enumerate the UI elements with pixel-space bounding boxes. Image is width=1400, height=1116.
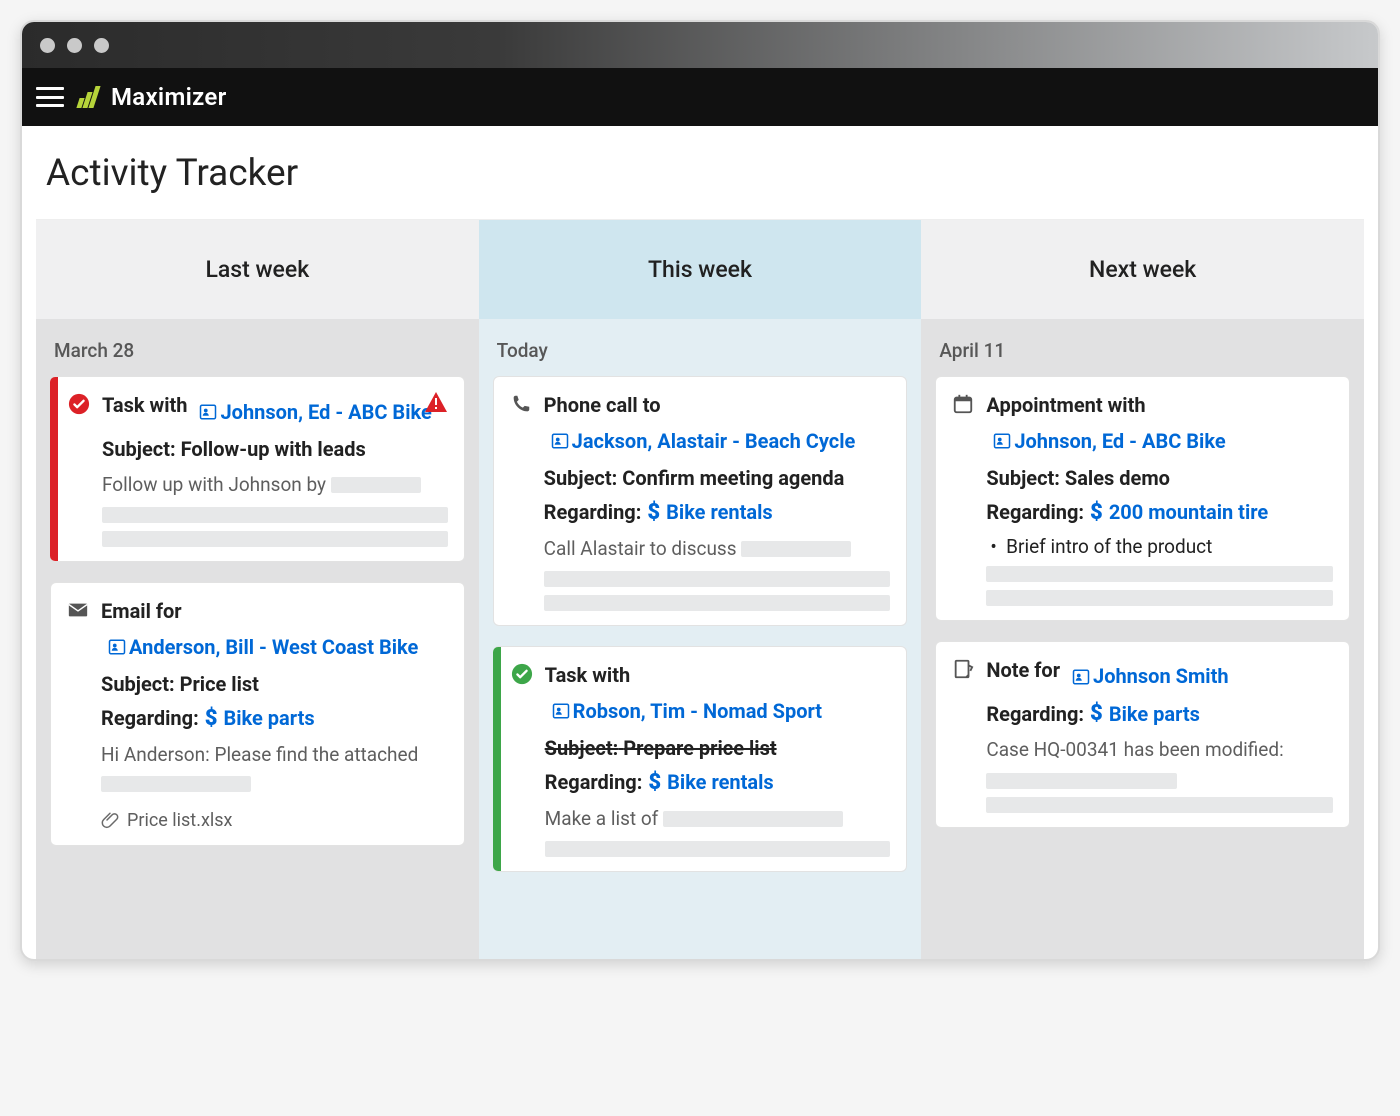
note-preview: Case HQ-00341 has been modified: xyxy=(986,736,1333,765)
dollar-icon: $ xyxy=(647,500,660,525)
close-dot[interactable] xyxy=(40,38,55,53)
col-header-last-week[interactable]: Last week xyxy=(36,219,479,319)
contact-name: Anderson, Bill - West Coast Bike xyxy=(129,633,418,662)
contact-name: Robson, Tim - Nomad Sport xyxy=(573,697,822,726)
alert-icon xyxy=(424,391,448,418)
regarding-label: Regarding: xyxy=(101,706,199,730)
activity-type: Phone call to xyxy=(544,393,661,417)
dollar-icon: $ xyxy=(1090,701,1103,726)
attachment-row[interactable]: Price list.xlsx xyxy=(101,810,448,831)
col-header-this-week[interactable]: This week xyxy=(479,219,922,319)
minimize-dot[interactable] xyxy=(67,38,82,53)
regarding-link[interactable]: Bike parts xyxy=(223,706,314,730)
brand-name: Maximizer xyxy=(111,83,227,111)
subject-text: Follow-up with leads xyxy=(181,437,366,461)
brand-logo-icon xyxy=(78,86,97,108)
column-this-week: Today Phone call to Jackson, Alastair - … xyxy=(479,319,922,959)
contact-card-icon xyxy=(108,638,126,656)
activity-card[interactable]: Phone call to Jackson, Alastair - Beach … xyxy=(493,376,908,626)
subject-label: Subject: xyxy=(101,672,175,696)
app-toolbar: Maximizer xyxy=(22,68,1378,126)
window-titlebar xyxy=(22,22,1378,68)
activity-type: Task with xyxy=(545,663,631,687)
note-preview: Call Alastair to discuss xyxy=(544,535,891,564)
contact-link[interactable]: Johnson, Ed - ABC Bike xyxy=(192,398,431,427)
activity-card[interactable]: Note for Johnson Smith Regarding: $ Bike… xyxy=(935,641,1350,828)
app-window: Maximizer Activity Tracker Last week Thi… xyxy=(20,20,1380,961)
check-circle-icon xyxy=(68,393,90,415)
contact-name: Johnson Smith xyxy=(1093,662,1229,691)
column-next-week: April 11 Appointment with Johnson, Ed - … xyxy=(921,319,1364,959)
page-title: Activity Tracker xyxy=(36,152,1364,195)
subject-label: Subject: xyxy=(986,466,1060,490)
phone-icon xyxy=(510,393,532,415)
activity-type: Appointment with xyxy=(986,393,1145,417)
page-content: Activity Tracker Last week This week Nex… xyxy=(22,126,1378,959)
subject-text: Price list xyxy=(180,672,259,696)
activity-card[interactable]: Task with Johnson, Ed - ABC Bike Subject… xyxy=(50,376,465,562)
subject-label: Subject: xyxy=(544,466,618,490)
note-preview: Hi Anderson: Please find the attached xyxy=(101,741,448,798)
envelope-icon xyxy=(67,599,89,621)
subject-label: Subject: xyxy=(102,437,176,461)
regarding-link[interactable]: Bike rentals xyxy=(667,770,774,794)
contact-card-icon xyxy=(993,432,1011,450)
dollar-icon: $ xyxy=(648,770,661,795)
contact-card-icon xyxy=(1072,668,1090,686)
contact-name: Johnson, Ed - ABC Bike xyxy=(220,398,431,427)
regarding-label: Regarding: xyxy=(986,702,1084,726)
regarding-label: Regarding: xyxy=(544,500,642,524)
regarding-link[interactable]: 200 mountain tire xyxy=(1109,500,1268,524)
contact-link[interactable]: Robson, Tim - Nomad Sport xyxy=(545,697,822,726)
contact-link[interactable]: Anderson, Bill - West Coast Bike xyxy=(101,633,418,662)
maximize-dot[interactable] xyxy=(94,38,109,53)
contact-card-icon xyxy=(551,432,569,450)
contact-link[interactable]: Johnson, Ed - ABC Bike xyxy=(986,427,1225,456)
subject-text: Prepare price list xyxy=(623,736,776,760)
activity-card[interactable]: Email for Anderson, Bill - West Coast Bi… xyxy=(50,582,465,846)
date-label: March 28 xyxy=(54,339,463,362)
subject-label: Subject: xyxy=(545,736,619,760)
menu-icon[interactable] xyxy=(36,87,64,107)
calendar-icon xyxy=(952,393,974,415)
column-headers: Last week This week Next week xyxy=(36,219,1364,319)
activity-type: Task with xyxy=(102,393,192,417)
dollar-icon: $ xyxy=(205,706,218,731)
regarding-label: Regarding: xyxy=(986,500,1084,524)
date-label: April 11 xyxy=(939,339,1348,362)
contact-link[interactable]: Johnson Smith xyxy=(1065,662,1229,691)
columns-body: March 28 Task with xyxy=(36,319,1364,959)
attachment-name: Price list.xlsx xyxy=(127,810,232,831)
subject-text: Confirm meeting agenda xyxy=(622,466,844,490)
note-icon xyxy=(952,658,974,680)
contact-card-icon xyxy=(552,702,570,720)
check-circle-icon xyxy=(511,663,533,685)
regarding-link[interactable]: Bike parts xyxy=(1109,702,1200,726)
activity-card[interactable]: Task with Robson, Tim - Nomad Sport Subj… xyxy=(493,646,908,872)
note-preview: Make a list of xyxy=(545,805,891,834)
bullet-note: • Brief intro of the product xyxy=(986,535,1333,558)
subject-text: Sales demo xyxy=(1065,466,1170,490)
contact-name: Jackson, Alastair - Beach Cycle xyxy=(572,427,856,456)
regarding-label: Regarding: xyxy=(545,770,643,794)
contact-link[interactable]: Jackson, Alastair - Beach Cycle xyxy=(544,427,856,456)
activity-type: Note for xyxy=(986,658,1065,682)
activity-card[interactable]: Appointment with Johnson, Ed - ABC Bike … xyxy=(935,376,1350,621)
contact-name: Johnson, Ed - ABC Bike xyxy=(1014,427,1225,456)
date-label: Today xyxy=(497,339,906,362)
paperclip-icon xyxy=(101,811,119,829)
activity-type: Email for xyxy=(101,599,182,623)
dollar-icon: $ xyxy=(1090,500,1103,525)
regarding-link[interactable]: Bike rentals xyxy=(666,500,773,524)
note-preview: Follow up with Johnson by xyxy=(102,471,448,500)
contact-card-icon xyxy=(199,403,217,421)
col-header-next-week[interactable]: Next week xyxy=(921,219,1364,319)
column-last-week: March 28 Task with xyxy=(36,319,479,959)
